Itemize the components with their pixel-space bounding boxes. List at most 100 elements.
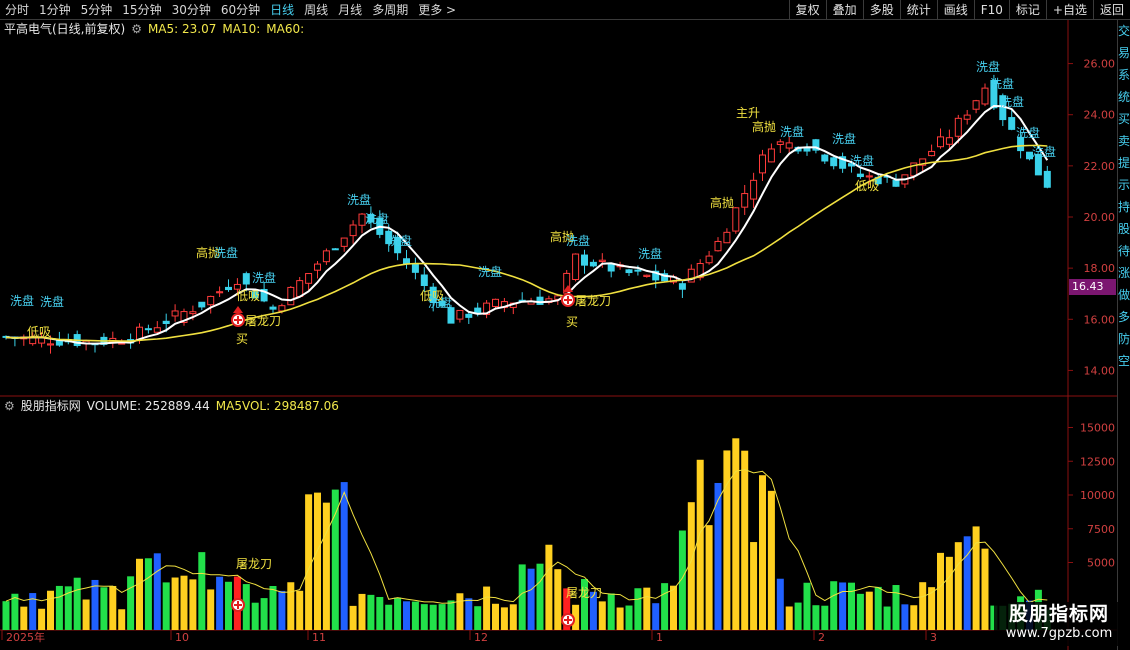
candle-body — [171, 310, 179, 317]
candle-body — [162, 320, 170, 325]
signal-label: 洗盘 — [566, 233, 590, 248]
candle-body — [972, 100, 980, 110]
volume-bar — [750, 542, 758, 630]
volume-bar — [483, 586, 491, 630]
volume-bar — [661, 583, 669, 630]
volume-bar — [794, 602, 802, 630]
signal-label: 洗盘 — [10, 293, 34, 308]
candle-body — [242, 273, 250, 285]
candle-body — [1043, 170, 1051, 188]
volume-bar — [972, 526, 980, 630]
volume-bar — [732, 438, 740, 630]
sidebar-char: 易 — [1118, 46, 1130, 60]
price-tick-label: 26.00 — [1084, 58, 1116, 71]
volume-bar — [607, 593, 615, 630]
volume-bar — [625, 605, 633, 630]
volume-bar — [340, 482, 348, 630]
signal-label: 低吸 — [855, 179, 879, 193]
kline-chart[interactable]: 26.0024.0022.0020.0018.0016.0014.0015000… — [0, 0, 1130, 650]
volume-bar — [420, 604, 428, 630]
signal-tulongdao: 屠龙刀 — [245, 314, 281, 328]
x-tick-label: 1 — [656, 631, 663, 644]
candle-body — [598, 259, 606, 263]
volume-bar — [518, 564, 526, 630]
volume-tick-label: 15000 — [1080, 422, 1115, 435]
volume-bar — [652, 603, 660, 630]
volume-bar — [207, 589, 215, 630]
candle-body — [536, 296, 544, 305]
signal-label: 洗盘 — [214, 245, 238, 260]
volume-bar — [785, 606, 793, 630]
signal-label: 低吸 — [236, 289, 260, 303]
volume-bar — [331, 489, 339, 630]
candle-body — [785, 142, 793, 149]
price-tick-label: 20.00 — [1084, 211, 1116, 224]
candle-body — [625, 269, 633, 274]
watermark-url: www.7gpzb.com — [1005, 626, 1113, 641]
candle-body — [340, 237, 348, 247]
signal-tulongdao: 屠龙刀 — [575, 294, 611, 308]
candle-body — [287, 286, 295, 306]
candle-body — [153, 327, 161, 333]
volume-bar — [180, 575, 188, 630]
volume-bar — [670, 585, 677, 630]
signal-label: 洗盘 — [976, 59, 1000, 74]
candle-body — [456, 309, 464, 320]
candle-body — [865, 175, 873, 178]
volume-signal-label: 屠龙刀 — [566, 586, 602, 600]
sidebar-char: 待 — [1118, 244, 1130, 258]
volume-bar — [465, 598, 473, 630]
volume-tick-label: 10000 — [1080, 489, 1115, 502]
candle-body — [821, 154, 829, 162]
volume-bar — [945, 556, 953, 630]
volume-bar — [705, 525, 713, 630]
x-tick-label: 10 — [175, 631, 189, 644]
volume-settings-gear-icon[interactable]: ⚙ — [4, 398, 15, 414]
sidebar-char: 提 — [1118, 156, 1130, 170]
candle-body — [198, 301, 206, 308]
stock-name[interactable]: 平高电气(日线,前复权) — [4, 21, 125, 37]
sidebar-char: 防 — [1118, 332, 1130, 346]
volume-info-bar: ⚙ 股朋指标网 VOLUME: 252889.44 MA5VOL: 298487… — [4, 398, 339, 414]
volume-bar — [821, 605, 829, 630]
price-tick-label: 22.00 — [1084, 160, 1116, 173]
volume-bar — [492, 603, 499, 630]
volume-bar — [856, 593, 864, 630]
volume-bar — [189, 579, 197, 630]
watermark-title: 股朋指标网 — [1008, 603, 1109, 625]
volume-bar — [474, 606, 482, 630]
volume-bar — [269, 585, 277, 630]
volume-bar — [47, 590, 54, 630]
volume-bar — [91, 579, 99, 630]
candle-body — [963, 114, 971, 120]
signal-label: 洗盘 — [638, 246, 662, 261]
current-price-tag: 16.43 — [1069, 279, 1116, 295]
price-tick-label: 16.00 — [1084, 313, 1116, 326]
candle-body — [589, 261, 597, 267]
signal-label: 洗盘 — [40, 294, 64, 309]
candle-body — [349, 224, 357, 237]
volume-bar — [127, 576, 135, 630]
settings-gear-icon[interactable]: ⚙ — [131, 21, 142, 37]
volume-bar — [963, 536, 971, 630]
volume-bar — [865, 591, 873, 630]
sidebar-char: 多 — [1118, 310, 1130, 324]
price-info-bar: 平高电气(日线,前复权) ⚙ MA5: 23.07 MA10: MA60: — [4, 21, 304, 37]
site-watermark: 股朋指标网 www.7gpzb.com — [994, 602, 1124, 646]
volume-bar — [162, 582, 170, 630]
sidebar-char: 示 — [1118, 178, 1130, 192]
sidebar-char: 卖 — [1118, 134, 1130, 148]
candle-body — [714, 240, 722, 252]
volume-bar — [839, 582, 847, 630]
volume-bar — [82, 599, 90, 630]
ma60-value: MA60: — [266, 22, 305, 36]
volume-bar — [296, 590, 304, 630]
candle-body — [767, 148, 775, 163]
candle-body — [945, 137, 953, 145]
volume-bar — [314, 492, 321, 630]
volume-bar — [892, 585, 900, 630]
volume-bar — [759, 475, 766, 630]
x-tick-label: 2 — [818, 631, 825, 644]
volume-indicator-name[interactable]: 股朋指标网 — [21, 398, 81, 414]
volume-bar — [678, 530, 686, 630]
